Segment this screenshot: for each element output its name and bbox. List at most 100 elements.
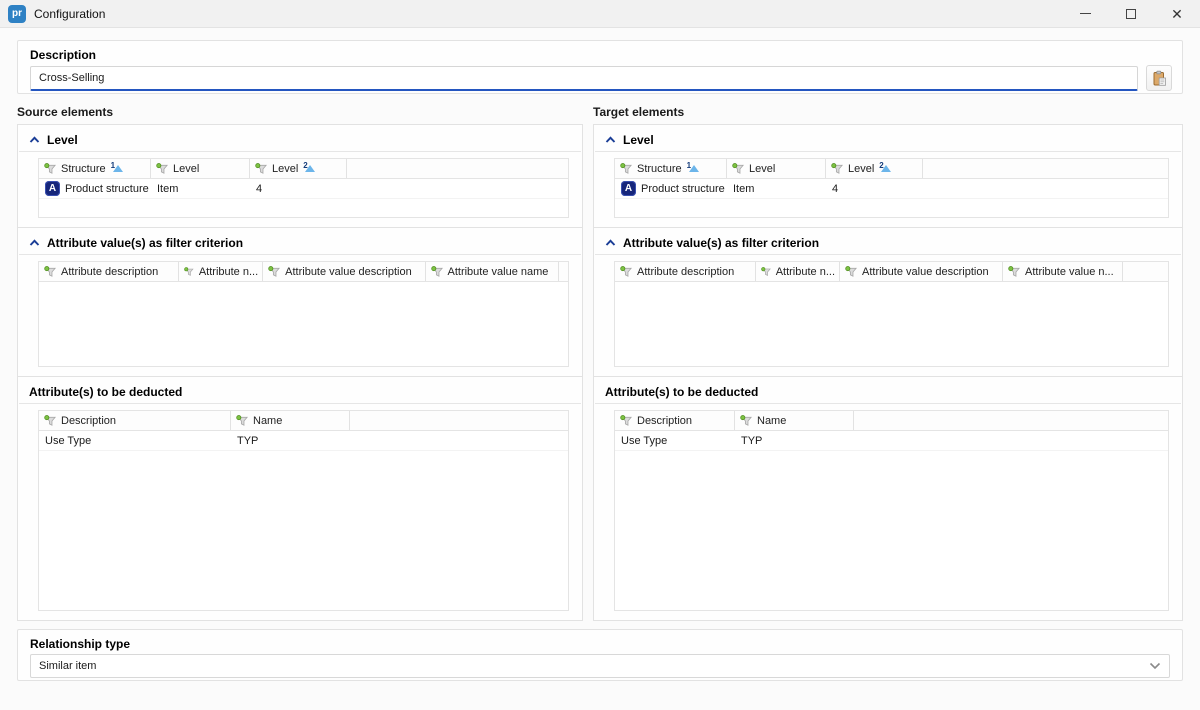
- cell-name: TYP: [735, 431, 854, 450]
- target-column: Target elements Level Structure: [593, 105, 1183, 621]
- table-empty-area: [39, 282, 568, 366]
- column-header-empty: [854, 411, 1168, 430]
- table-row[interactable]: AProduct structure Item 4: [39, 179, 568, 199]
- filter-icon[interactable]: [845, 266, 858, 278]
- table-header-row: Description Name: [615, 411, 1168, 431]
- table-row[interactable]: Use Type TYP: [39, 431, 568, 451]
- table-header-row: Attribute description Attribute n... Att…: [39, 262, 568, 282]
- source-level-table: Structure 1 Level Level 2: [38, 158, 569, 218]
- cell-name: TYP: [231, 431, 350, 450]
- paste-button[interactable]: [1146, 65, 1172, 91]
- collapse-chevron-icon[interactable]: [29, 136, 40, 144]
- column-header-empty: [1123, 262, 1168, 281]
- deducted-section-title: Attribute(s) to be deducted: [29, 385, 182, 399]
- source-deducted-table: Description Name Use Type TYP: [38, 410, 569, 611]
- column-header-structure[interactable]: Structure 1: [615, 159, 727, 178]
- minimize-button[interactable]: [1062, 0, 1108, 27]
- cell-level: Item: [727, 179, 826, 198]
- filter-icon[interactable]: [184, 266, 194, 278]
- column-header-empty: [347, 159, 568, 178]
- filter-section-title: Attribute value(s) as filter criterion: [47, 236, 243, 250]
- maximize-button[interactable]: [1108, 0, 1154, 27]
- filter-icon[interactable]: [156, 163, 169, 175]
- maximize-icon: [1126, 9, 1136, 19]
- relationship-type-label: Relationship type: [30, 637, 1170, 651]
- column-header-attribute-name[interactable]: Attribute n...: [179, 262, 263, 281]
- column-header-empty: [350, 411, 568, 430]
- column-header-attribute-value-description[interactable]: Attribute value description: [263, 262, 425, 281]
- filter-section-title: Attribute value(s) as filter criterion: [623, 236, 819, 250]
- filter-icon[interactable]: [431, 266, 444, 278]
- filter-icon[interactable]: [44, 163, 57, 175]
- table-empty-area: [39, 199, 568, 217]
- description-label: Description: [30, 48, 1172, 62]
- column-header-attribute-description[interactable]: Attribute description: [615, 262, 756, 281]
- level-section-title: Level: [623, 133, 654, 147]
- column-header-attribute-name[interactable]: Attribute n...: [756, 262, 840, 281]
- close-icon: ✕: [1171, 7, 1183, 21]
- collapse-chevron-icon[interactable]: [605, 239, 616, 247]
- column-header-attribute-value-description[interactable]: Attribute value description: [840, 262, 1003, 281]
- source-level-section: Level Structure 1 Level: [18, 125, 582, 227]
- cell-description: Use Type: [615, 431, 735, 450]
- table-row[interactable]: Use Type TYP: [615, 431, 1168, 451]
- column-header-attribute-value-name[interactable]: Attribute value n...: [1003, 262, 1123, 281]
- relationship-type-select[interactable]: Similar item: [30, 654, 1170, 678]
- minimize-icon: [1080, 13, 1091, 14]
- chevron-down-icon: [1149, 662, 1161, 670]
- source-panel: Level Structure 1 Level: [17, 124, 583, 621]
- table-header-row: Description Name: [39, 411, 568, 431]
- cell-structure: Product structure: [641, 183, 725, 195]
- target-level-table: Structure 1 Level Level 2: [614, 158, 1169, 218]
- table-row[interactable]: AProduct structure Item 4: [615, 179, 1168, 199]
- cell-level: Item: [151, 179, 250, 198]
- description-input[interactable]: [30, 66, 1138, 91]
- column-header-name[interactable]: Name: [231, 411, 350, 430]
- column-header-structure[interactable]: Structure 1: [39, 159, 151, 178]
- titlebar: pr Configuration ✕: [0, 0, 1200, 28]
- app-icon: pr: [8, 5, 26, 23]
- relationship-type-value: Similar item: [39, 660, 1149, 672]
- column-header-description[interactable]: Description: [39, 411, 231, 430]
- column-header-level[interactable]: Level: [151, 159, 250, 178]
- target-elements-title: Target elements: [593, 105, 1183, 121]
- filter-icon[interactable]: [620, 266, 633, 278]
- filter-icon[interactable]: [740, 415, 753, 427]
- filter-icon[interactable]: [255, 163, 268, 175]
- column-header-level[interactable]: Level: [727, 159, 826, 178]
- source-elements-title: Source elements: [17, 105, 583, 121]
- source-deducted-section: Attribute(s) to be deducted Description …: [18, 376, 582, 620]
- dialog-content: Description Source elements: [0, 28, 1200, 681]
- filter-icon[interactable]: [236, 415, 249, 427]
- table-empty-area: [615, 199, 1168, 217]
- filter-icon[interactable]: [44, 266, 57, 278]
- filter-icon[interactable]: [732, 163, 745, 175]
- sort-ascending-icon: 1: [112, 164, 122, 173]
- sort-ascending-icon: 2: [304, 164, 314, 173]
- filter-icon[interactable]: [620, 163, 633, 175]
- column-header-description[interactable]: Description: [615, 411, 735, 430]
- column-header-empty: [923, 159, 1168, 178]
- filter-icon[interactable]: [268, 266, 281, 278]
- column-header-attribute-value-name[interactable]: Attribute value name: [426, 262, 559, 281]
- filter-icon[interactable]: [761, 266, 772, 278]
- close-button[interactable]: ✕: [1154, 0, 1200, 27]
- table-header-row: Structure 1 Level Level 2: [615, 159, 1168, 179]
- cell-description: Use Type: [39, 431, 231, 450]
- filter-icon[interactable]: [831, 163, 844, 175]
- filter-icon[interactable]: [1008, 266, 1021, 278]
- collapse-chevron-icon[interactable]: [605, 136, 616, 144]
- attribute-structure-icon: A: [45, 181, 60, 196]
- table-empty-area: [39, 451, 568, 610]
- column-header-level-number[interactable]: Level 2: [250, 159, 347, 178]
- collapse-chevron-icon[interactable]: [29, 239, 40, 247]
- column-header-level-number[interactable]: Level 2: [826, 159, 923, 178]
- column-header-empty: [559, 262, 568, 281]
- filter-icon[interactable]: [44, 415, 57, 427]
- target-filter-table: Attribute description Attribute n... Att…: [614, 261, 1169, 367]
- column-header-attribute-description[interactable]: Attribute description: [39, 262, 179, 281]
- filter-icon[interactable]: [620, 415, 633, 427]
- window-controls: ✕: [1062, 0, 1200, 27]
- deducted-section-title: Attribute(s) to be deducted: [605, 385, 758, 399]
- column-header-name[interactable]: Name: [735, 411, 854, 430]
